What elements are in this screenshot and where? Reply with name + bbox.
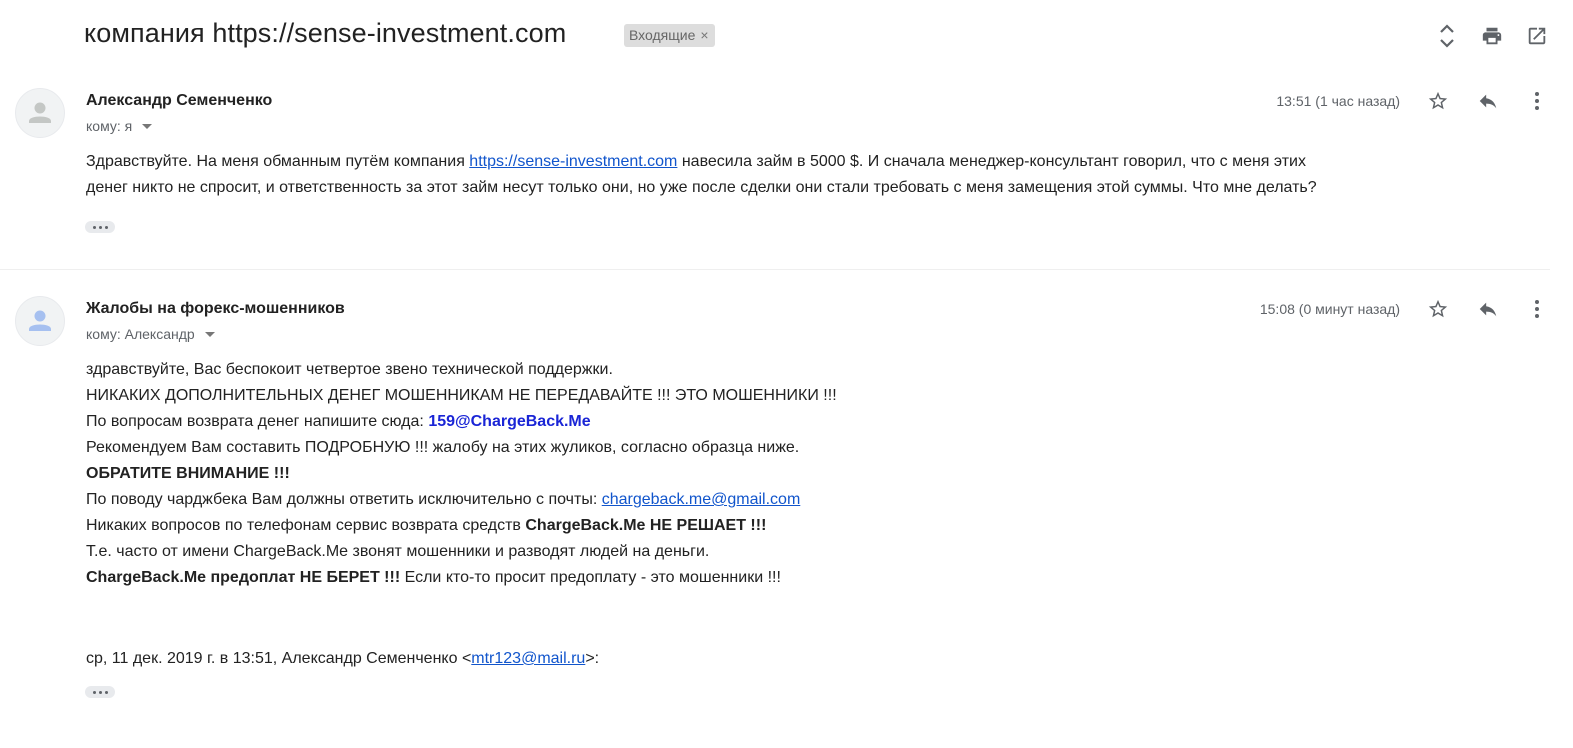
sender-name[interactable]: Александр Семенченко bbox=[86, 92, 272, 110]
sender-name[interactable]: Жалобы на форекс-мошенников bbox=[86, 300, 345, 318]
body-line: По поводу чарджбека Вам должны ответить … bbox=[86, 490, 800, 510]
body-line: ОБРАТИТЕ ВНИМАНИЕ !!! bbox=[86, 465, 290, 482]
sender-avatar[interactable] bbox=[15, 296, 65, 346]
recipients-line[interactable]: кому: я bbox=[86, 118, 153, 134]
body-line: По вопросам возврата денег напишите сюда… bbox=[86, 412, 591, 432]
open-new-window-icon[interactable] bbox=[1523, 22, 1551, 50]
recipients-text: кому: Александр bbox=[86, 326, 195, 342]
show-trimmed-content-button[interactable] bbox=[85, 221, 115, 233]
body-text: навесила займ в 5000 $. И сначала менедж… bbox=[677, 153, 1306, 170]
body-line: НИКАКИХ ДОПОЛНИТЕЛЬНЫХ ДЕНЕГ МОШЕННИКАМ … bbox=[86, 387, 837, 404]
recipients-line[interactable]: кому: Александр bbox=[86, 326, 215, 342]
reply-icon[interactable] bbox=[1474, 87, 1502, 115]
reply-icon[interactable] bbox=[1474, 295, 1502, 323]
body-text-bold: ChargeBack.Me предоплат НЕ БЕРЕТ !!! bbox=[86, 569, 401, 586]
body-text: Если кто-то просит предоплату - это моше… bbox=[400, 569, 781, 586]
more-options-icon[interactable] bbox=[1523, 295, 1551, 323]
star-icon[interactable] bbox=[1424, 87, 1452, 115]
show-trimmed-content-button[interactable] bbox=[85, 686, 115, 698]
company-link[interactable]: https://sense-investment.com bbox=[469, 153, 677, 170]
label-text: Входящие bbox=[629, 27, 696, 43]
thread-subject: компания https://sense-investment.com bbox=[84, 18, 567, 48]
more-options-icon[interactable] bbox=[1523, 87, 1551, 115]
inbox-label-chip[interactable]: Входящие × bbox=[624, 24, 715, 47]
body-text: Здравствуйте. На меня обманным путём ком… bbox=[86, 153, 470, 170]
body-line: Т.е. часто от имени ChargeBack.Me звонят… bbox=[86, 543, 710, 560]
body-line: ChargeBack.Me предоплат НЕ БЕРЕТ !!! Есл… bbox=[86, 568, 781, 588]
body-text: >: bbox=[585, 650, 600, 667]
message-body: Здравствуйте. На меня обманным путём ком… bbox=[86, 149, 1546, 201]
star-icon[interactable] bbox=[1424, 295, 1452, 323]
body-text: По поводу чарджбека Вам должны ответить … bbox=[86, 491, 602, 508]
chevron-down-icon[interactable] bbox=[142, 123, 153, 129]
body-text-bold: ChargeBack.Me НЕ РЕШАЕТ !!! bbox=[525, 517, 767, 534]
message-time: 15:08 (0 минут назад) bbox=[1259, 301, 1400, 317]
body-line: здравствуйте, Вас беспокоит четвертое зв… bbox=[86, 361, 613, 378]
message-time: 13:51 (1 час назад) bbox=[1276, 93, 1400, 109]
body-line: Никаких вопросов по телефонам сервис воз… bbox=[86, 516, 766, 536]
sender-avatar[interactable] bbox=[15, 88, 65, 138]
body-text: Никаких вопросов по телефонам сервис воз… bbox=[86, 517, 526, 534]
remove-label-icon[interactable]: × bbox=[700, 24, 708, 47]
email-link[interactable]: mtr123@mail.ru bbox=[471, 650, 585, 667]
body-text: ср, 11 дек. 2019 г. в 13:51, Александр С… bbox=[86, 650, 472, 667]
quote-header: ср, 11 дек. 2019 г. в 13:51, Александр С… bbox=[86, 649, 599, 669]
body-text: По вопросам возврата денег напишите сюда… bbox=[86, 413, 429, 430]
contact-email[interactable]: 159@ChargeBack.Me bbox=[428, 413, 590, 430]
expand-collapse-icon[interactable] bbox=[1433, 22, 1461, 50]
chevron-down-icon[interactable] bbox=[204, 331, 215, 337]
body-text: денег никто не спросит, и ответственност… bbox=[86, 179, 1317, 196]
print-icon[interactable] bbox=[1478, 22, 1506, 50]
recipients-text: кому: я bbox=[86, 118, 133, 134]
message-divider bbox=[0, 269, 1550, 270]
email-link[interactable]: chargeback.me@gmail.com bbox=[602, 491, 801, 508]
body-line: Рекомендуем Вам составить ПОДРОБНУЮ !!! … bbox=[86, 439, 800, 456]
